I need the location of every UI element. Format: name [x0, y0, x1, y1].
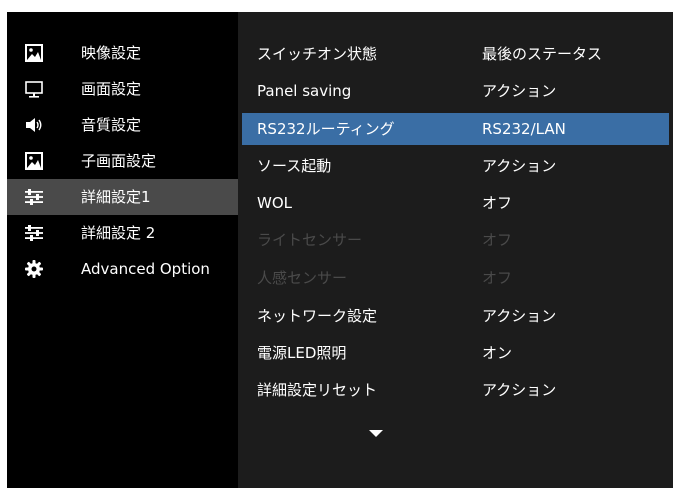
menu-item-pip[interactable]: 子画面設定 [7, 143, 238, 179]
setting-name: ネットワーク設定 [257, 307, 378, 325]
menu-item-label: Advanced Option [81, 260, 210, 278]
menu-item-audio[interactable]: 音質設定 [7, 107, 238, 143]
setting-value: アクション [482, 82, 557, 100]
setting-row-light-sensor: ライトセンサー オフ [238, 224, 673, 256]
menu-item-advanced-1[interactable]: 詳細設定1 [7, 179, 238, 215]
menu-item-label: 子画面設定 [81, 152, 157, 170]
setting-value: オフ [482, 231, 513, 249]
sliders-icon [25, 188, 43, 206]
setting-name: RS232ルーティング [257, 120, 395, 138]
setting-name: ライトセンサー [257, 231, 363, 249]
setting-row-human-sensor: 人感センサー オフ [238, 262, 673, 294]
setting-row-switch-on-state[interactable]: スイッチオン状態 最後のステータス [238, 38, 673, 70]
pip-picture-icon [25, 152, 43, 170]
setting-row-rs232-routing[interactable]: RS232ルーティング RS232/LAN [242, 113, 669, 145]
menu-item-label: 詳細設定 2 [81, 224, 156, 242]
setting-row-source-startup[interactable]: ソース起動 アクション [238, 150, 673, 182]
setting-name: スイッチオン状態 [257, 45, 378, 63]
setting-row-advanced-reset[interactable]: 詳細設定リセット アクション [238, 374, 673, 406]
menu-item-advanced-option[interactable]: Advanced Option [7, 251, 238, 287]
setting-value: オフ [482, 194, 513, 212]
gear-icon [25, 260, 43, 278]
setting-value: オフ [482, 269, 513, 287]
monitor-icon [25, 80, 43, 98]
setting-name: ソース起動 [257, 157, 332, 175]
menu-item-screen[interactable]: 画面設定 [7, 71, 238, 107]
setting-name: 詳細設定リセット [257, 381, 378, 399]
setting-row-wol[interactable]: WOL オフ [238, 187, 673, 219]
menu-item-picture[interactable]: 映像設定 [7, 35, 238, 71]
menu-item-label: 画面設定 [81, 80, 142, 98]
settings-panel: スイッチオン状態 最後のステータス Panel saving アクション RS2… [238, 12, 673, 488]
speaker-icon [25, 116, 43, 134]
menu-item-label: 映像設定 [81, 44, 142, 62]
menu-item-advanced-2[interactable]: 詳細設定 2 [7, 215, 238, 251]
picture-icon [25, 44, 43, 62]
setting-value: オン [482, 344, 513, 362]
setting-row-panel-saving[interactable]: Panel saving アクション [238, 75, 673, 107]
setting-row-network-settings[interactable]: ネットワーク設定 アクション [238, 300, 673, 332]
setting-row-power-led[interactable]: 電源LED照明 オン [238, 337, 673, 369]
setting-name: WOL [257, 194, 292, 212]
setting-name: Panel saving [257, 82, 352, 100]
setting-name: 電源LED照明 [257, 344, 347, 362]
menu-item-label: 詳細設定1 [81, 188, 151, 206]
menu-item-label: 音質設定 [81, 116, 142, 134]
setting-value: 最後のステータス [482, 45, 603, 63]
sliders-icon [25, 224, 43, 242]
category-menu: 映像設定 画面設定 音質設定 子画面設定 詳細設定1 詳細設定 2 Advanc… [7, 12, 238, 488]
setting-name: 人感センサー [257, 269, 348, 287]
setting-value: アクション [482, 381, 557, 399]
osd-menu: 映像設定 画面設定 音質設定 子画面設定 詳細設定1 詳細設定 2 Advanc… [7, 12, 673, 488]
setting-value: アクション [482, 157, 557, 175]
setting-value: アクション [482, 307, 557, 325]
setting-value: RS232/LAN [482, 120, 566, 138]
triangle-down-icon[interactable] [369, 430, 383, 437]
